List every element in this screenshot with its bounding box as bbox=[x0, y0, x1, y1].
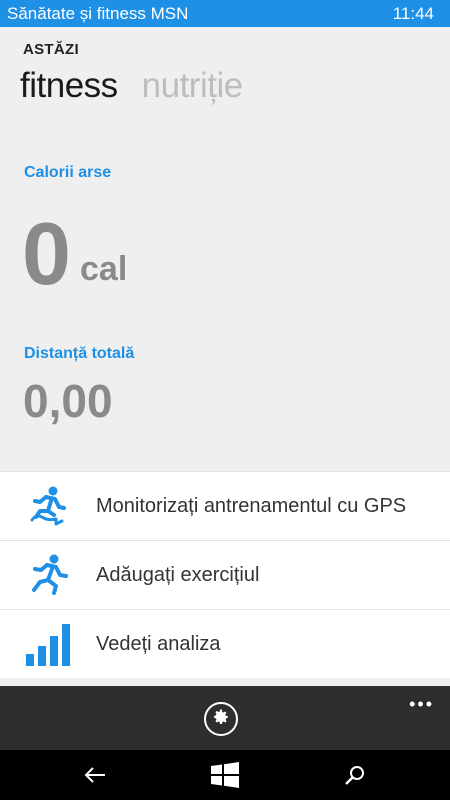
view-analysis-button[interactable]: Vedeți analiza bbox=[0, 609, 450, 678]
settings-button[interactable] bbox=[204, 702, 238, 736]
gps-workout-label: Monitorizați antrenamentul cu GPS bbox=[96, 494, 407, 517]
app-bar: ••• bbox=[0, 686, 450, 750]
runner-icon bbox=[0, 553, 96, 597]
section-header: ASTĂZI bbox=[23, 41, 79, 58]
bar-chart-icon bbox=[0, 620, 96, 668]
gear-icon bbox=[212, 708, 230, 731]
pivot-tabs: fitness nutriție bbox=[20, 66, 243, 106]
add-exercise-label: Adăugați exercițiul bbox=[96, 563, 260, 586]
tab-nutrition[interactable]: nutriție bbox=[142, 66, 244, 106]
tab-fitness[interactable]: fitness bbox=[20, 66, 118, 106]
back-arrow-icon[interactable] bbox=[80, 762, 110, 788]
calories-unit: cal bbox=[80, 250, 128, 288]
status-bar: Sănătate și fitness MSN 11:44 bbox=[0, 0, 450, 27]
gps-runner-icon bbox=[0, 484, 96, 528]
distance-value: 0,00 bbox=[23, 375, 113, 427]
view-analysis-label: Vedeți analiza bbox=[96, 632, 221, 655]
more-button[interactable]: ••• bbox=[409, 694, 434, 715]
distance-label: Distanță totală bbox=[24, 345, 135, 362]
clock: 11:44 bbox=[392, 3, 434, 23]
action-list: Monitorizați antrenamentul cu GPS Adăuga… bbox=[0, 471, 450, 678]
calories-value: 0 bbox=[22, 204, 71, 303]
system-nav-bar bbox=[0, 750, 450, 800]
gps-workout-button[interactable]: Monitorizați antrenamentul cu GPS bbox=[0, 471, 450, 540]
search-icon[interactable] bbox=[340, 762, 370, 788]
add-exercise-button[interactable]: Adăugați exercițiul bbox=[0, 540, 450, 609]
windows-start-icon[interactable] bbox=[210, 762, 240, 788]
app-title: Sănătate și fitness MSN bbox=[7, 3, 189, 23]
calories-label: Calorii arse bbox=[24, 164, 112, 181]
